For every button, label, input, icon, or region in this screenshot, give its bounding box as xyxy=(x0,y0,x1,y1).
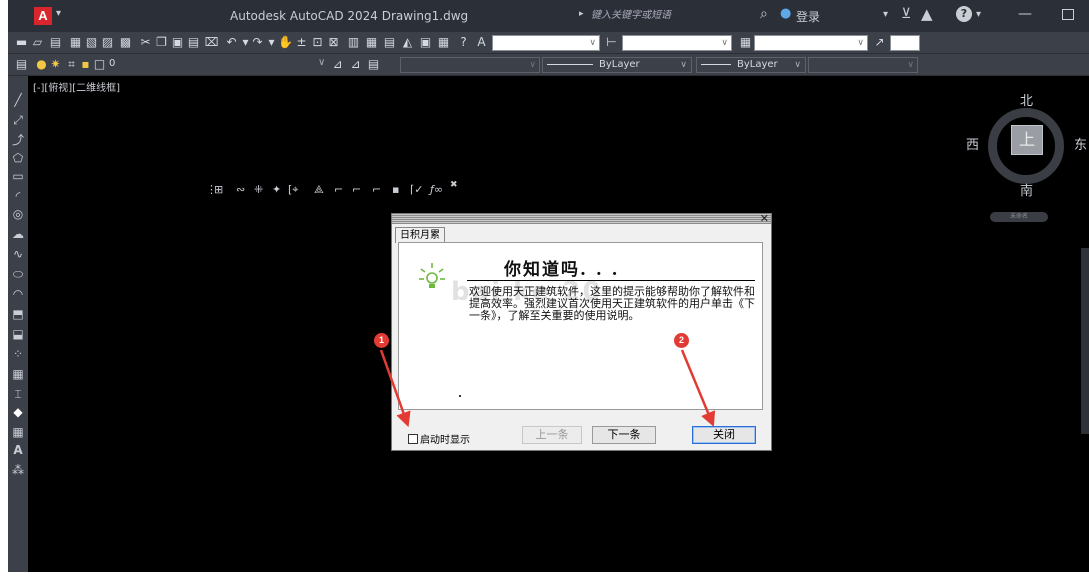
arrow-to-close-button xyxy=(680,349,716,427)
annotation-arrows xyxy=(379,349,716,428)
autocad-window: A ▾ Autodesk AutoCAD 2024 Drawing1.dwg ▸… xyxy=(8,0,1089,572)
arrow-to-checkbox xyxy=(379,349,411,428)
